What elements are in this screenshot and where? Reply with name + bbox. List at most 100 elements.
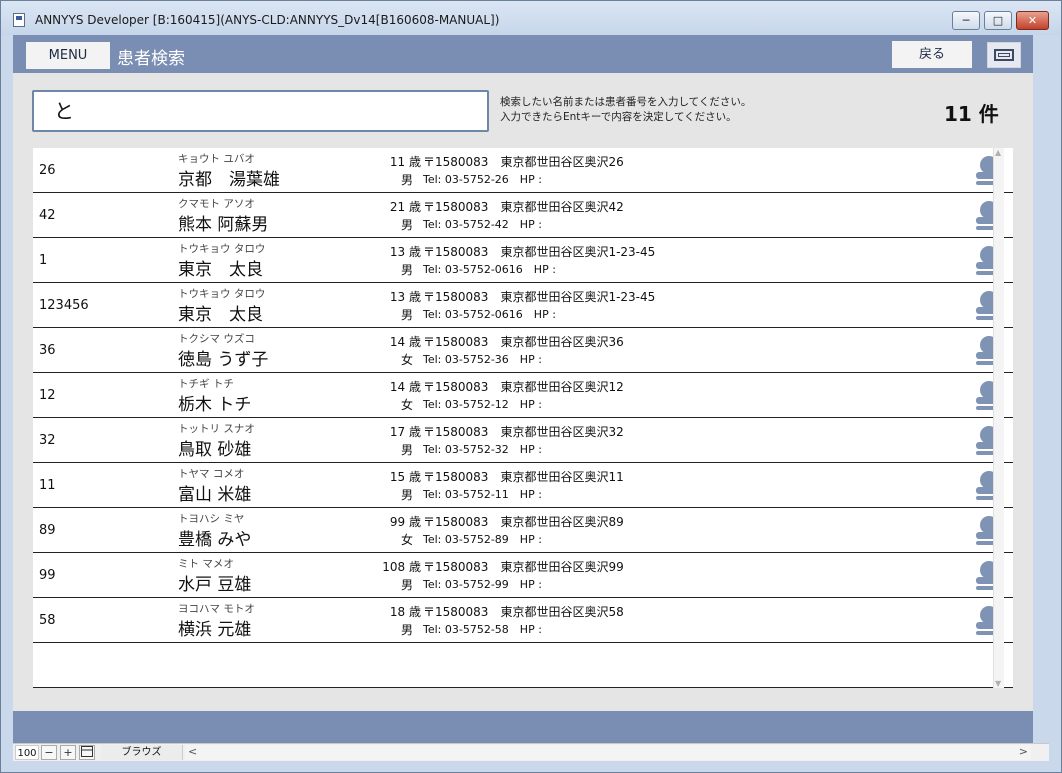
patient-address: 〒1580083 東京都世田谷区奥沢58 <box>423 605 624 619</box>
patient-gender: 男 <box>400 308 413 322</box>
patient-contact: Tel: 03-5752-89 HP : <box>423 533 542 546</box>
title-bar: ANNYYS Developer [B:160415](ANYS-CLD:ANN… <box>1 1 1061 35</box>
window-title: ANNYYS Developer [B:160415](ANYS-CLD:ANN… <box>35 13 500 27</box>
patient-kana: トクシマ ウズコ <box>178 333 255 345</box>
patient-id: 36 <box>39 343 56 358</box>
patient-name: 富山 米雄 <box>178 485 252 505</box>
patient-gender: 男 <box>400 443 413 457</box>
patient-contact: Tel: 03-5752-12 HP : <box>423 398 542 411</box>
patient-id: 123456 <box>39 298 89 313</box>
maximize-icon: □ <box>992 14 1004 27</box>
patient-address: 〒1580083 東京都世田谷区奥沢1-23-45 <box>423 290 656 304</box>
mode-indicator[interactable]: ブラウズ <box>101 745 183 760</box>
patient-kana: トチギ トチ <box>178 378 234 390</box>
patient-row[interactable]: 99 ミト マメオ 水戸 豆雄 108 歳男〒1580083 東京都世田谷区奥沢99 T… <box>33 553 1013 598</box>
minimize-button[interactable]: ─ <box>952 11 980 30</box>
patient-row[interactable]: 36 トクシマ ウズコ 徳島 うず子 14 歳女〒1580083 東京都世田谷区奥沢3… <box>33 328 1013 373</box>
patient-age: 11 歳 <box>389 155 421 169</box>
patient-name: 京都 湯葉雄 <box>178 170 280 190</box>
patient-kana: ヨコハマ モトオ <box>178 603 255 615</box>
patient-contact: Tel: 03-5752-36 HP : <box>423 353 542 366</box>
patient-row[interactable]: 89 トヨハシ ミヤ 豊橋 みや 99 歳女〒1580083 東京都世田谷区奥沢89 T… <box>33 508 1013 553</box>
patient-row[interactable]: 26 キョウト ユバオ 京都 湯葉雄 11 歳男〒1580083 東京都世田谷区奥沢2… <box>33 148 1013 193</box>
scroll-up-icon[interactable]: ▲ <box>995 148 1001 157</box>
zoom-out-button[interactable]: − <box>41 745 57 760</box>
footer-bar <box>13 711 1033 743</box>
menu-button[interactable]: MENU <box>26 42 110 69</box>
patient-name: 鳥取 砂雄 <box>178 440 252 460</box>
patient-contact: Tel: 03-5752-32 HP : <box>423 443 542 456</box>
patient-contact: Tel: 03-5752-58 HP : <box>423 623 542 636</box>
patient-row[interactable]: 32 トットリ スナオ 鳥取 砂雄 17 歳男〒1580083 東京都世田谷区奥沢32… <box>33 418 1013 463</box>
patient-row[interactable]: 42 クマモト アソオ 熊本 阿蘇男 21 歳男〒1580083 東京都世田谷区奥沢4… <box>33 193 1013 238</box>
patient-id: 89 <box>39 523 56 538</box>
patient-age: 15 歳 <box>389 470 421 484</box>
patient-list: 26 キョウト ユバオ 京都 湯葉雄 11 歳男〒1580083 東京都世田谷区奥沢2… <box>33 148 1013 688</box>
page-title: 患者検索 <box>117 49 185 69</box>
patient-contact: Tel: 03-5752-11 HP : <box>423 488 542 501</box>
patient-row[interactable]: 11 トヤマ コメオ 富山 米雄 15 歳男〒1580083 東京都世田谷区奥沢11 T… <box>33 463 1013 508</box>
patient-age: 99 歳 <box>389 515 421 529</box>
patient-address: 〒1580083 東京都世田谷区奥沢89 <box>423 515 624 529</box>
close-button[interactable]: ✕ <box>1016 11 1049 30</box>
patient-name: 水戸 豆雄 <box>178 575 252 595</box>
patient-row[interactable]: 58 ヨコハマ モトオ 横浜 元雄 18 歳男〒1580083 東京都世田谷区奥沢58… <box>33 598 1013 643</box>
scroll-right-icon[interactable]: > <box>1019 745 1028 758</box>
patient-id: 58 <box>39 613 56 628</box>
patient-age: 13 歳 <box>389 245 421 259</box>
fullscreen-icon <box>994 49 1014 61</box>
patient-address: 〒1580083 東京都世田谷区奥沢42 <box>423 200 624 214</box>
patient-kana: トヤマ コメオ <box>178 468 245 480</box>
patient-address: 〒1580083 東京都世田谷区奥沢99 <box>423 560 624 574</box>
scroll-down-icon[interactable]: ▼ <box>995 679 1001 688</box>
patient-gender: 女 <box>400 533 413 547</box>
patient-contact: Tel: 03-5752-0616 HP : <box>423 263 556 276</box>
zoom-level[interactable]: 100 <box>15 745 39 760</box>
patient-age: 13 歳 <box>389 290 421 304</box>
patient-name: 徳島 うず子 <box>178 350 269 370</box>
maximize-button[interactable]: □ <box>984 11 1012 30</box>
toggle-toolbar-button[interactable] <box>79 745 95 760</box>
toolbar-icon <box>81 746 93 757</box>
scroll-left-icon[interactable]: < <box>188 745 197 758</box>
patient-address: 〒1580083 東京都世田谷区奥沢32 <box>423 425 624 439</box>
patient-age: 14 歳 <box>389 380 421 394</box>
patient-name: 横浜 元雄 <box>178 620 252 640</box>
header-bar: MENU 患者検索 戻る <box>13 35 1033 73</box>
patient-contact: Tel: 03-5752-42 HP : <box>423 218 542 231</box>
patient-row[interactable]: 1 トウキョウ タロウ 東京 太良 13 歳男〒1580083 東京都世田谷区奥沢1-… <box>33 238 1013 283</box>
patient-address: 〒1580083 東京都世田谷区奥沢11 <box>423 470 624 484</box>
patient-age: 21 歳 <box>389 200 421 214</box>
list-scrollbar[interactable]: ▲ ▼ <box>993 148 1004 688</box>
patient-name: 豊橋 みや <box>178 530 252 550</box>
patient-id: 32 <box>39 433 56 448</box>
patient-id: 1 <box>39 253 48 268</box>
patient-id: 11 <box>39 478 56 493</box>
patient-row[interactable]: 123456 トウキョウ タロウ 東京 太良 13 歳男〒1580083 東京都世田谷… <box>33 283 1013 328</box>
result-count: 11 件 <box>944 102 999 126</box>
app-icon <box>13 13 25 27</box>
fullscreen-button[interactable] <box>987 42 1021 68</box>
patient-age: 14 歳 <box>389 335 421 349</box>
patient-kana: ミト マメオ <box>178 558 234 570</box>
patient-address: 〒1580083 東京都世田谷区奥沢12 <box>423 380 624 394</box>
patient-row[interactable]: 12 トチギ トチ栃木 トチ 14 歳女〒1580083 東京都世田谷区奥沢12 Te… <box>33 373 1013 418</box>
patient-kana: キョウト ユバオ <box>178 153 255 165</box>
patient-gender: 男 <box>400 578 413 592</box>
zoom-in-button[interactable]: + <box>60 745 76 760</box>
back-button[interactable]: 戻る <box>892 41 972 68</box>
content-area: MENU 患者検索 戻る と 検索したい名前または患者番号を入力してください。 … <box>13 35 1033 743</box>
horizontal-scrollbar[interactable]: < > <box>185 745 1031 760</box>
patient-gender: 女 <box>400 353 413 367</box>
close-icon: ✕ <box>1027 14 1038 27</box>
search-hint-line2: 入力できたらEntキーで内容を決定してください。 <box>500 111 737 123</box>
patient-contact: Tel: 03-5752-26 HP : <box>423 173 542 186</box>
search-input[interactable]: と <box>32 90 489 132</box>
patient-gender: 男 <box>400 218 413 232</box>
patient-kana: トットリ スナオ <box>178 423 255 435</box>
patient-gender: 女 <box>400 398 413 412</box>
status-bar: 100 − + ブラウズ < > <box>13 743 1049 761</box>
patient-name: 栃木 トチ <box>178 395 252 415</box>
patient-address: 〒1580083 東京都世田谷区奥沢1-23-45 <box>423 245 656 259</box>
patient-id: 12 <box>39 388 56 403</box>
